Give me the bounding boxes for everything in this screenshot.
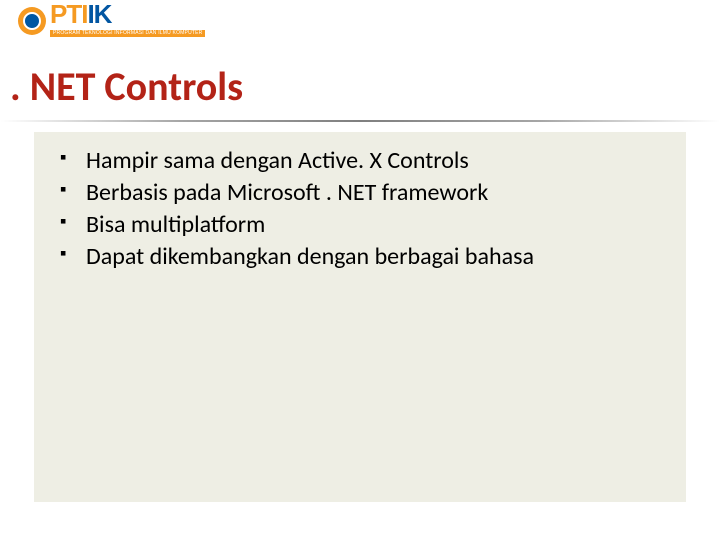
list-item: Bisa multiplatform bbox=[56, 210, 664, 240]
slide: PTIIK PROGRAM TEKNOLOGI INFORMASI DAN IL… bbox=[0, 0, 720, 540]
logo-text-part2: IK bbox=[87, 0, 111, 29]
title-underline bbox=[0, 120, 720, 122]
bullet-list: Hampir sama dengan Active. X Controls Be… bbox=[56, 146, 664, 272]
logo-icon-inner bbox=[23, 12, 41, 30]
slide-title: . NET Controls bbox=[10, 62, 243, 111]
logo-subtitle: PROGRAM TEKNOLOGI INFORMASI DAN ILMU KOM… bbox=[50, 30, 205, 37]
logo-text-block: PTIIK PROGRAM TEKNOLOGI INFORMASI DAN IL… bbox=[50, 4, 205, 37]
content-box: Hampir sama dengan Active. X Controls Be… bbox=[34, 132, 686, 502]
list-item: Berbasis pada Microsoft . NET framework bbox=[56, 178, 664, 208]
list-item: Dapat dikembangkan dengan berbagai bahas… bbox=[56, 242, 664, 272]
logo-icon bbox=[18, 7, 46, 35]
logo-text: PTIIK bbox=[50, 0, 111, 29]
logo: PTIIK PROGRAM TEKNOLOGI INFORMASI DAN IL… bbox=[18, 4, 205, 37]
list-item: Hampir sama dengan Active. X Controls bbox=[56, 146, 664, 176]
logo-text-part1: PTI bbox=[50, 0, 87, 29]
